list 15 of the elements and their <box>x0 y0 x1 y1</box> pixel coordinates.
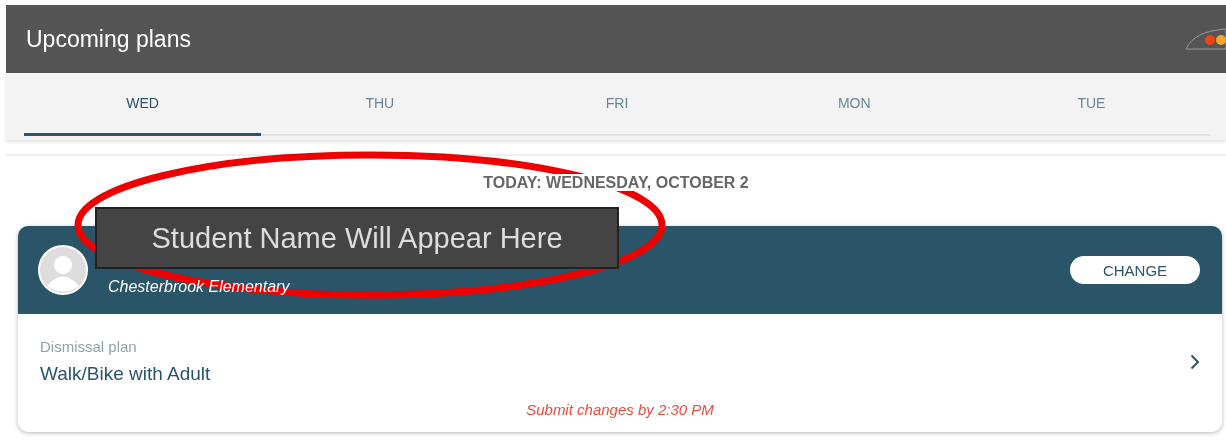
logo-icon <box>1184 27 1226 51</box>
change-button[interactable]: CHANGE <box>1070 256 1200 284</box>
chevron-right-icon[interactable] <box>1190 353 1200 370</box>
day-tab[interactable]: WED <box>24 73 262 136</box>
date-heading: TODAY: WEDNESDAY, OCTOBER 2 <box>483 174 749 191</box>
deadline-note: Submit changes by 2:30 PM <box>525 400 715 420</box>
day-tab[interactable]: TUE <box>972 73 1210 136</box>
day-tab[interactable]: FRI <box>498 73 736 136</box>
plan-value: Walk/Bike with Adult <box>40 363 212 385</box>
plan-label: Dismissal plan <box>40 338 138 355</box>
day-tab[interactable]: MON <box>735 73 973 136</box>
page-title: Upcoming plans <box>26 25 191 53</box>
annotation-label: Student Name Will Appear Here <box>95 207 619 269</box>
day-tab[interactable]: THU <box>261 73 499 136</box>
avatar-icon <box>38 245 88 295</box>
